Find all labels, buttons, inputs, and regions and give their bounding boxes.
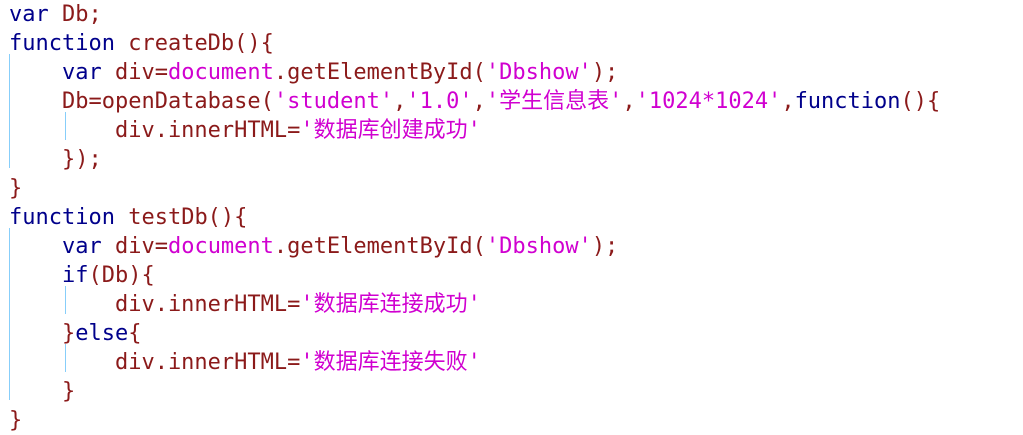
code-text: , xyxy=(622,89,636,114)
code-line: function testDb(){ xyxy=(9,203,247,232)
code-string: '数据库连接成功' xyxy=(300,292,481,317)
code-line: div.innerHTML='数据库连接成功' xyxy=(9,290,481,319)
code-text: testDb(){ xyxy=(114,205,248,230)
code-line: div.innerHTML='数据库创建成功' xyxy=(9,116,481,145)
code-string: '1.0' xyxy=(406,89,473,114)
code-text: }); xyxy=(9,147,102,172)
code-line: } xyxy=(9,174,22,203)
code-object: document xyxy=(167,234,274,259)
code-text: , xyxy=(472,89,486,114)
code-string: '学生信息表' xyxy=(485,89,623,114)
code-text: ); xyxy=(591,234,619,259)
code-text: { xyxy=(128,321,142,346)
code-string: '数据库创建成功' xyxy=(300,118,481,143)
code-keyword: function xyxy=(794,89,901,114)
code-line: }else{ xyxy=(9,319,142,348)
code-line: function createDb(){ xyxy=(9,29,274,58)
code-line: } xyxy=(9,406,22,435)
code-text: div= xyxy=(101,234,168,259)
code-text: Db=openDatabase( xyxy=(9,89,274,114)
code-text: createDb(){ xyxy=(114,31,274,56)
code-keyword: function xyxy=(9,31,115,56)
code-text: } xyxy=(9,321,76,346)
code-text: div.innerHTML= xyxy=(9,118,301,143)
code-text: ); xyxy=(591,60,619,85)
code-text: (){ xyxy=(900,89,941,114)
code-line: var div=document.getElementById('Dbshow'… xyxy=(9,232,618,261)
code-string: '数据库连接失败' xyxy=(300,350,481,375)
code-keyword: var xyxy=(9,2,49,27)
code-keyword: else xyxy=(75,321,129,346)
code-text: } xyxy=(9,408,23,433)
code-editor[interactable]: var Db; function createDb(){ var div=docu… xyxy=(0,0,1023,433)
code-text: } xyxy=(9,379,76,404)
code-string: 'Dbshow' xyxy=(485,60,592,85)
code-text: , xyxy=(781,89,795,114)
code-string: 'student' xyxy=(273,89,394,114)
code-line: } xyxy=(9,377,75,406)
code-keyword: function xyxy=(9,205,115,230)
code-line: var Db; xyxy=(9,0,102,29)
code-string: 'Dbshow' xyxy=(485,234,592,259)
code-text: div.innerHTML= xyxy=(9,350,301,375)
code-line: var div=document.getElementById('Dbshow'… xyxy=(9,58,618,87)
code-line: }); xyxy=(9,145,102,174)
code-line: div.innerHTML='数据库连接失败' xyxy=(9,348,481,377)
code-keyword: var xyxy=(9,234,102,259)
code-keyword: if xyxy=(9,263,89,288)
code-text: .getElementById( xyxy=(273,234,486,259)
code-text: div.innerHTML= xyxy=(9,292,301,317)
code-text: div= xyxy=(101,60,168,85)
code-line: if(Db){ xyxy=(9,261,155,290)
code-object: document xyxy=(167,60,274,85)
code-text: } xyxy=(9,176,23,201)
code-text: Db; xyxy=(48,2,102,27)
code-text: (Db){ xyxy=(88,263,155,288)
code-text: , xyxy=(393,89,407,114)
code-line: Db=openDatabase('student','1.0','学生信息表',… xyxy=(9,87,940,116)
code-string: '1024*1024' xyxy=(635,89,782,114)
code-keyword: var xyxy=(9,60,102,85)
code-text: .getElementById( xyxy=(273,60,486,85)
